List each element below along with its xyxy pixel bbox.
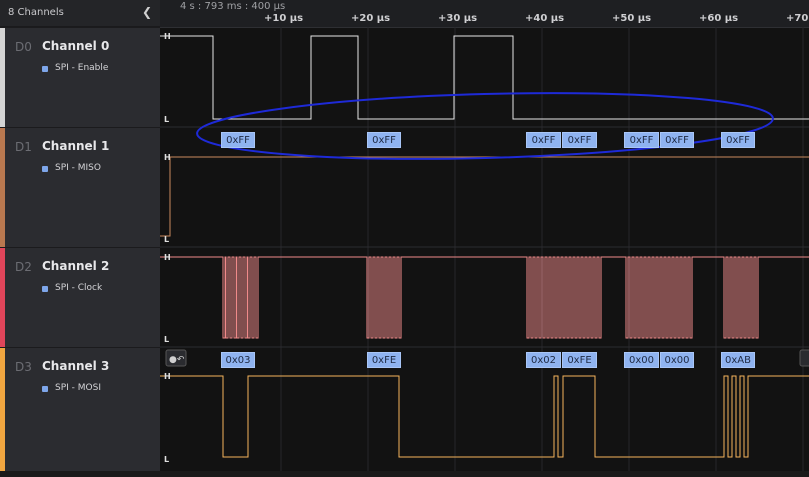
mosi-byte-bubble[interactable]: 0xFE <box>367 352 401 368</box>
annotation-ellipse <box>196 92 774 160</box>
level-high-label: H <box>164 153 171 162</box>
level-high-label: H <box>164 253 171 262</box>
mosi-byte-bubble[interactable]: 0xFE <box>562 352 597 368</box>
enable-waveform <box>160 35 809 120</box>
mosi-byte-bubble[interactable]: 0x00 <box>660 352 694 368</box>
analyzer-dot-icon <box>42 386 48 392</box>
analyzer-label[interactable]: SPI - MISO <box>55 163 101 173</box>
miso-byte-bubble[interactable]: 0xFF <box>526 132 561 148</box>
channel-row-0[interactable]: D0 Channel 0 SPI - Enable <box>0 27 160 127</box>
undo-marker-glyph: ●↶ <box>169 355 185 365</box>
time-tick-label: +40 µs <box>525 13 565 24</box>
sidebar-header: 8 Channels ❮ <box>0 0 160 27</box>
level-low-label: L <box>164 235 169 244</box>
mosi-byte-bubble[interactable]: 0x00 <box>624 352 659 368</box>
miso-byte-bubble[interactable]: 0xFF <box>221 132 255 148</box>
mosi-waveform <box>160 375 809 458</box>
channel-count-title: 8 Channels <box>8 7 64 18</box>
miso-byte-bubble[interactable]: 0xFF <box>660 132 694 148</box>
miso-byte-bubble[interactable]: 0xFF <box>721 132 755 148</box>
row-separators <box>160 126 809 348</box>
clock-waveform <box>160 256 809 339</box>
mosi-byte-bubble[interactable]: 0x02 <box>526 352 561 368</box>
time-tick-label: +60 µs <box>699 13 739 24</box>
level-low-label: L <box>164 335 169 344</box>
level-low-label: L <box>164 115 169 124</box>
channel-color-bar <box>0 128 5 247</box>
channel-color-bar <box>0 248 5 347</box>
chevron-left-icon[interactable]: ❮ <box>140 5 154 19</box>
level-high-label: H <box>164 32 171 41</box>
channel-id: D1 <box>15 140 32 154</box>
channel-name[interactable]: Channel 0 <box>42 39 109 53</box>
channel-row-3[interactable]: D3 Channel 3 SPI - MOSI <box>0 347 160 471</box>
time-tick-label: +50 µs <box>612 13 652 24</box>
waveform-area[interactable]: H L H L H L H L ●↶ <box>160 27 809 471</box>
channel-color-bar <box>0 28 5 127</box>
channel-name[interactable]: Channel 1 <box>42 139 109 153</box>
edge-marker-icon[interactable] <box>799 349 809 367</box>
channel-id: D3 <box>15 360 32 374</box>
level-labels: H L H L H L H L <box>164 32 171 464</box>
channel-id: D2 <box>15 260 32 274</box>
miso-byte-bubble[interactable]: 0xFF <box>562 132 597 148</box>
bottom-strip <box>0 471 809 477</box>
time-tick-label: +10 µs <box>264 13 304 24</box>
analyzer-label[interactable]: SPI - MOSI <box>55 383 101 393</box>
channel-sidebar: 8 Channels ❮ D0 Channel 0 SPI - Enable D… <box>0 0 160 477</box>
mosi-row-markers: ●↶ <box>165 349 809 367</box>
time-tick-label: +20 µs <box>351 13 391 24</box>
mosi-byte-bubble[interactable]: 0xAB <box>721 352 755 368</box>
time-origin-label: 4 s : 793 ms : 400 µs <box>180 1 286 12</box>
channel-color-bar <box>0 348 5 471</box>
time-ruler[interactable]: 4 s : 793 ms : 400 µs +10 µs +20 µs +30 … <box>160 0 809 28</box>
analyzer-label[interactable]: SPI - Clock <box>55 283 102 293</box>
mosi-byte-bubble[interactable]: 0x03 <box>221 352 255 368</box>
channel-id: D0 <box>15 40 32 54</box>
miso-waveform <box>160 156 809 237</box>
channel-name[interactable]: Channel 3 <box>42 359 109 373</box>
miso-byte-bubble[interactable]: 0xFF <box>367 132 401 148</box>
level-low-label: L <box>164 455 169 464</box>
analyzer-dot-icon <box>42 66 48 72</box>
analyzer-dot-icon <box>42 166 48 172</box>
channel-row-2[interactable]: D2 Channel 2 SPI - Clock <box>0 247 160 347</box>
analyzer-label[interactable]: SPI - Enable <box>55 63 108 73</box>
time-tick-label: +70 <box>786 13 809 24</box>
channel-name[interactable]: Channel 2 <box>42 259 109 273</box>
analyzer-dot-icon <box>42 286 48 292</box>
miso-byte-bubble[interactable]: 0xFF <box>624 132 659 148</box>
level-high-label: H <box>164 372 171 381</box>
time-tick-label: +30 µs <box>438 13 478 24</box>
channel-row-1[interactable]: D1 Channel 1 SPI - MISO <box>0 127 160 247</box>
